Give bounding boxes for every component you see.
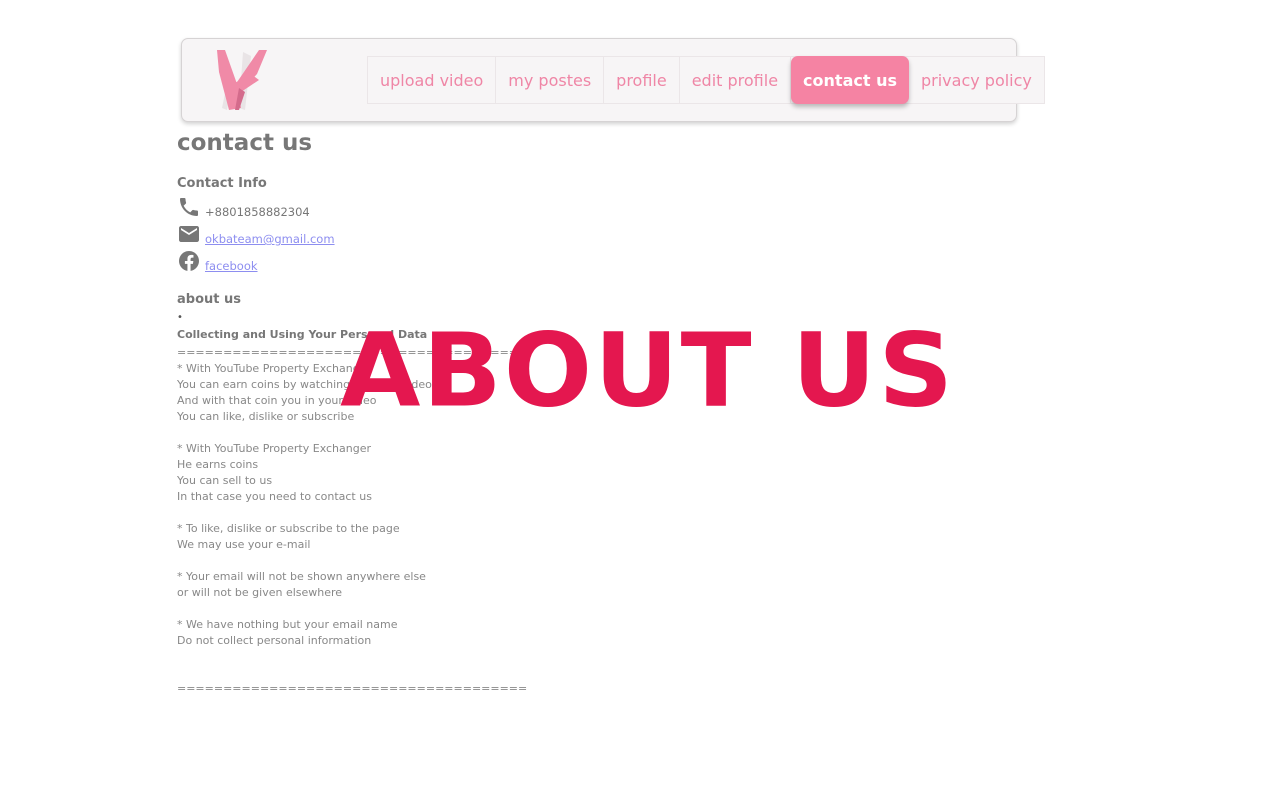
nav-my-postes[interactable]: my postes bbox=[496, 57, 605, 103]
about-us-banner: ABOUT US bbox=[340, 310, 956, 430]
navbar: upload video my postes profile edit prof… bbox=[181, 38, 1045, 122]
email-row: okbateam@gmail.com bbox=[177, 222, 335, 246]
page-title: contact us bbox=[177, 130, 313, 156]
nav-edit-profile[interactable]: edit profile bbox=[680, 57, 792, 103]
nav-upload-video[interactable]: upload video bbox=[368, 57, 497, 103]
nav-profile[interactable]: profile bbox=[604, 57, 680, 103]
contact-info-heading: Contact Info bbox=[177, 176, 267, 191]
phone-number: +8801858882304 bbox=[205, 205, 310, 219]
facebook-icon bbox=[177, 249, 201, 273]
phone-row: +8801858882304 bbox=[177, 195, 310, 219]
main-nav: upload video my postes profile edit prof… bbox=[367, 56, 1045, 104]
logo-icon[interactable] bbox=[215, 48, 269, 114]
phone-icon bbox=[177, 195, 201, 219]
nav-privacy-policy[interactable]: privacy policy bbox=[909, 57, 1044, 103]
about-us-heading: about us bbox=[177, 292, 241, 307]
mail-icon bbox=[177, 222, 201, 246]
facebook-row: facebook bbox=[177, 249, 258, 273]
list-bullet: • bbox=[177, 312, 183, 323]
nav-contact-us[interactable]: contact us bbox=[791, 56, 909, 104]
email-link[interactable]: okbateam@gmail.com bbox=[205, 232, 335, 246]
facebook-link[interactable]: facebook bbox=[205, 259, 258, 273]
